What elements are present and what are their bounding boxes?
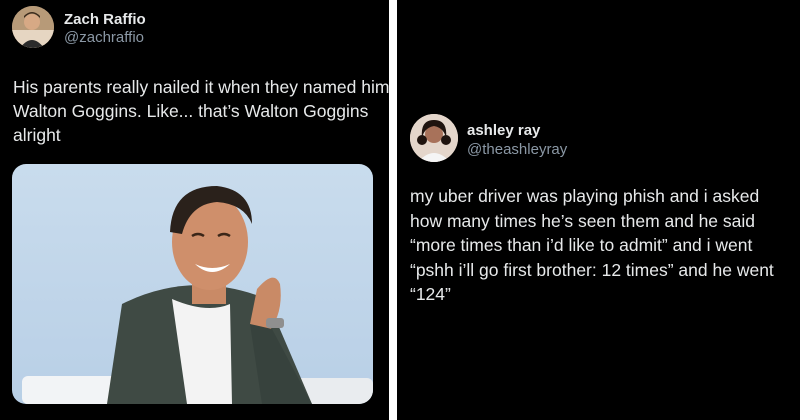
- tweet-text-line: “more times than i’d like to admit” and …: [410, 235, 753, 255]
- tweet-text-line: my uber driver was playing phish and i a…: [410, 186, 760, 206]
- avatar[interactable]: [410, 114, 458, 162]
- user-handle[interactable]: @theashleyray: [467, 141, 567, 158]
- tweet-text-line: alright: [13, 125, 61, 145]
- tweet-text-line: Walton Goggins. Like... that’s Walton Go…: [13, 101, 369, 121]
- tweet-photo[interactable]: [12, 164, 373, 404]
- tweet-text: His parents really nailed it when they n…: [13, 75, 389, 147]
- photo-image: [12, 164, 373, 404]
- display-name[interactable]: Zach Raffio: [64, 11, 146, 28]
- display-name[interactable]: ashley ray: [467, 122, 540, 139]
- tweet-text-line: “pshh i’ll go first brother: 12 times” a…: [410, 259, 774, 280]
- avatar-image: [410, 114, 458, 162]
- tweet-text-line: His parents really nailed it when they n…: [13, 77, 389, 97]
- left-tweet: Zach Raffio @zachraffio His parents real…: [0, 0, 389, 420]
- tweet-text: my uber driver was playing phish and i a…: [410, 184, 774, 307]
- avatar-image: [12, 6, 54, 48]
- tweet-text-line: how many times he’s seen them and he sai…: [410, 210, 756, 231]
- avatar[interactable]: [12, 6, 54, 48]
- user-handle[interactable]: @zachraffio: [64, 29, 144, 46]
- tweet-text-line: “124”: [410, 284, 451, 304]
